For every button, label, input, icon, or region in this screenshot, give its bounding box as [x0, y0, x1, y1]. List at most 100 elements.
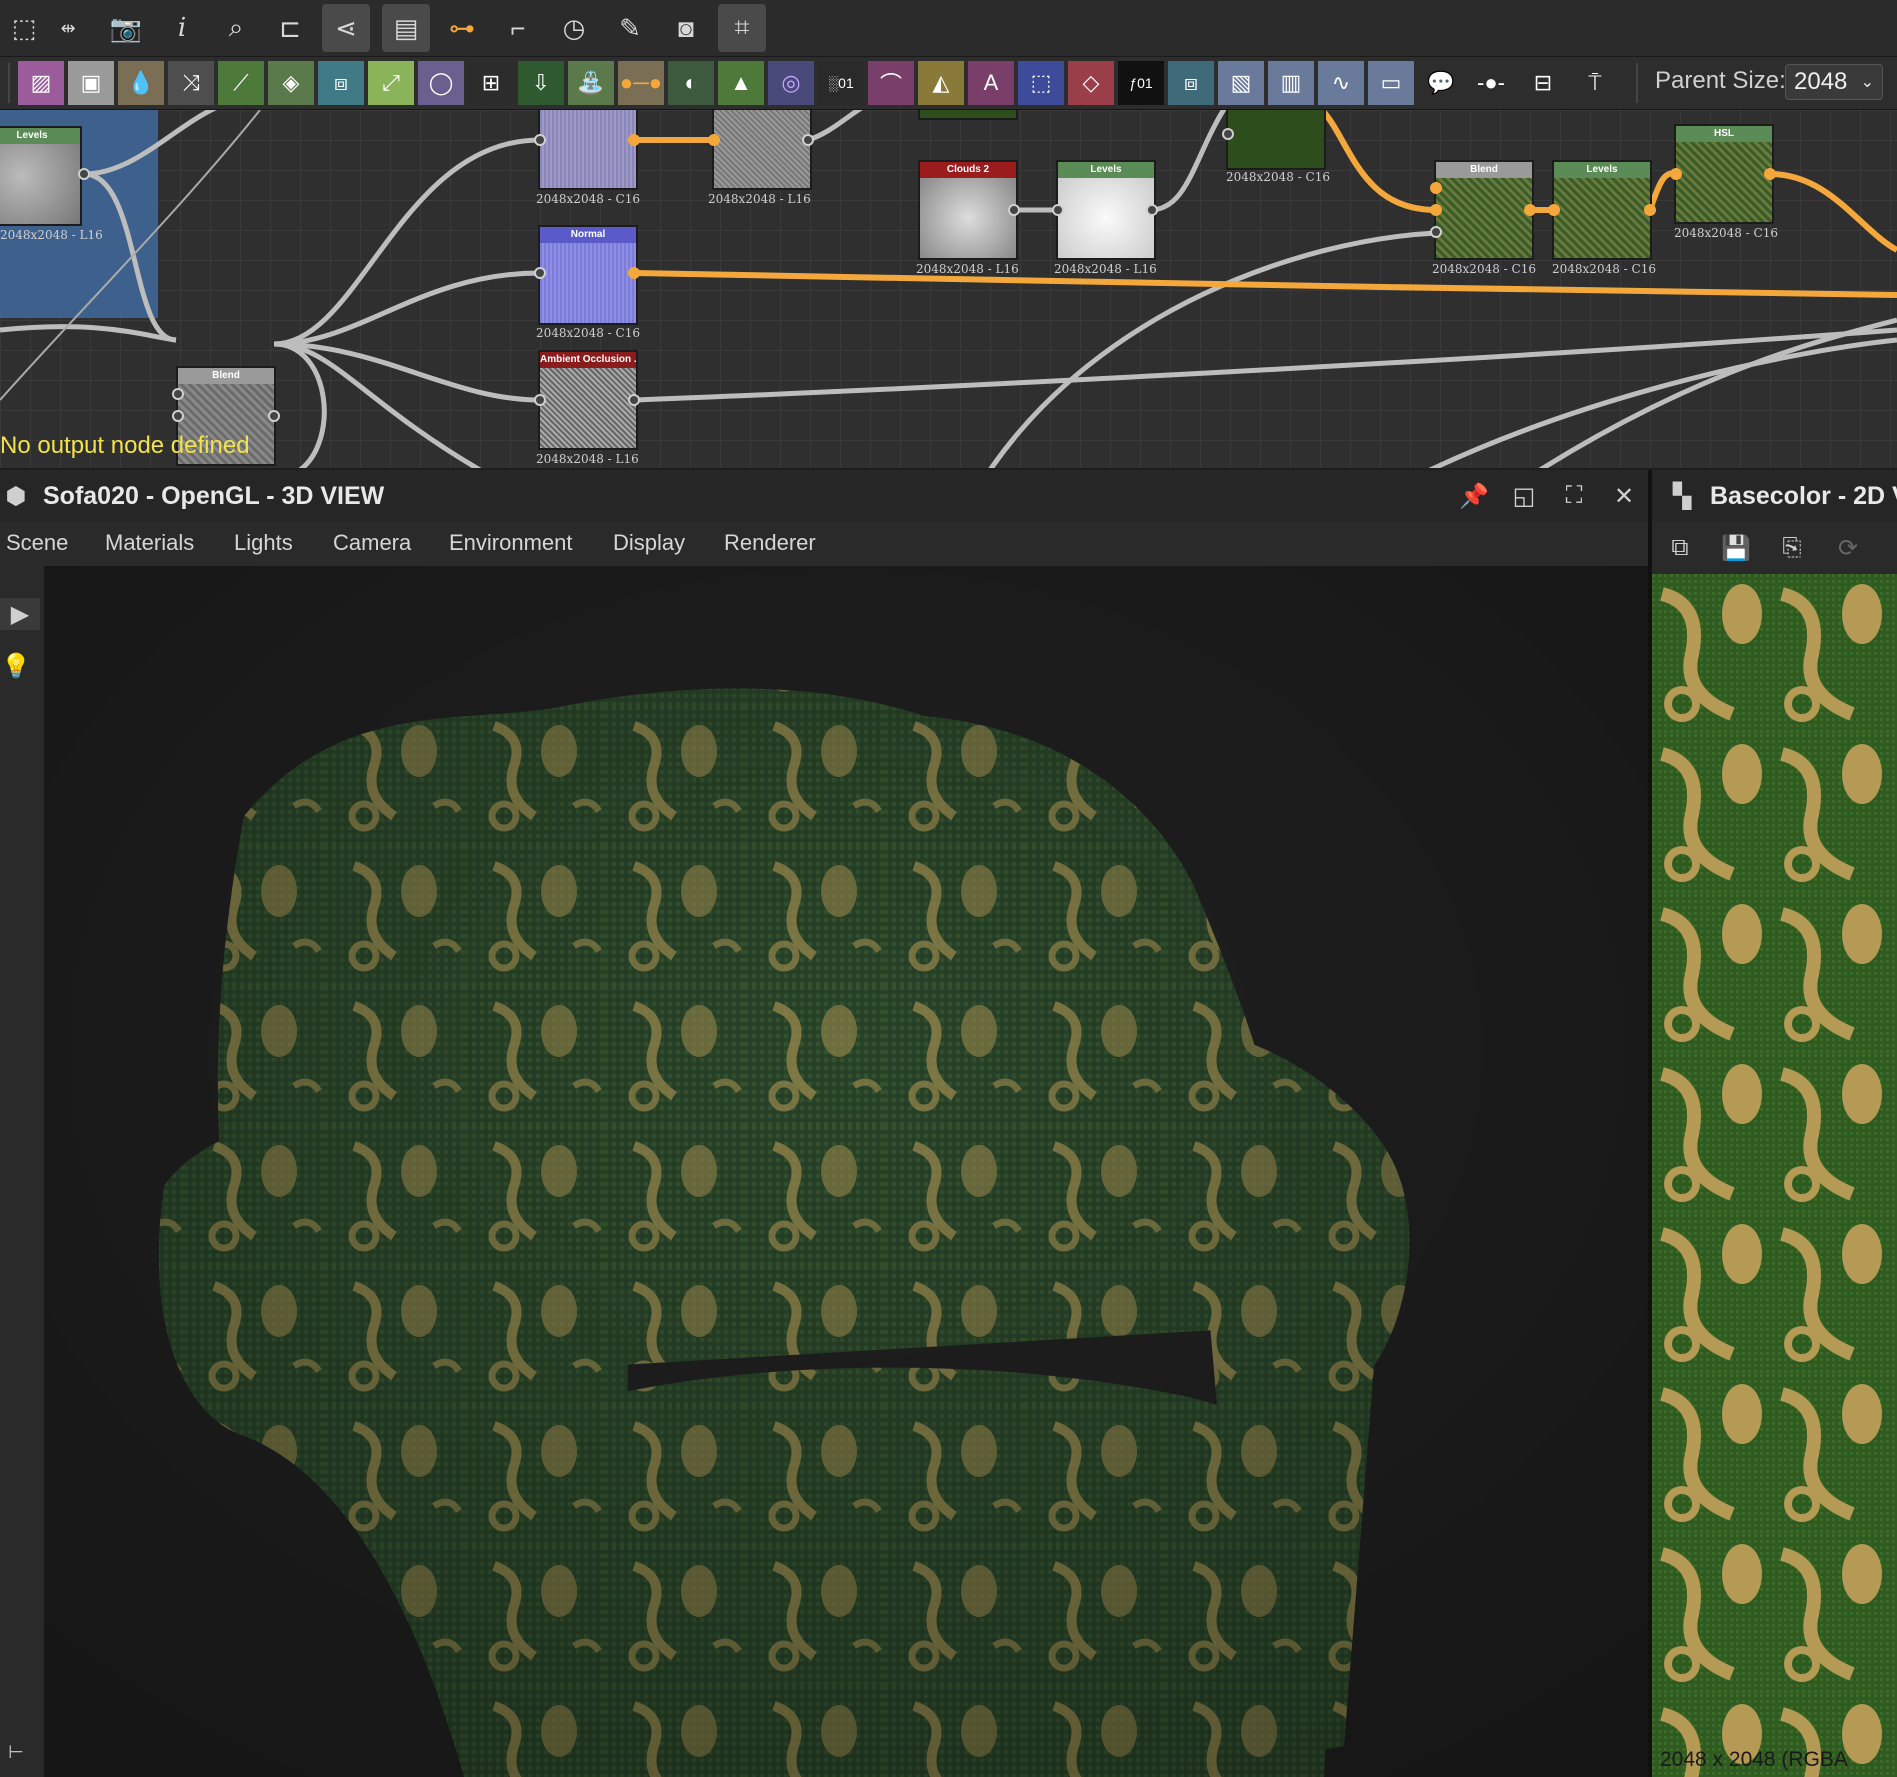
graph-node-levels[interactable]: Levels — [1552, 160, 1652, 260]
fit-icon[interactable]: ⇹ — [44, 4, 92, 52]
noise-icon[interactable]: ░01 — [818, 61, 864, 105]
save-icon[interactable]: 💾 — [1720, 532, 1752, 564]
drop-icon[interactable]: 💧 — [118, 61, 164, 105]
light-bulb-icon[interactable]: 💡 — [0, 650, 32, 682]
fill-icon[interactable]: ◇ — [1068, 61, 1114, 105]
crop-icon[interactable]: ⌗ — [718, 4, 766, 52]
graph-node-green[interactable] — [918, 110, 1018, 120]
node-port[interactable] — [802, 134, 814, 146]
transform-icon[interactable]: ⤢ — [368, 61, 414, 105]
frame-node-icon[interactable]: ▭ — [1368, 61, 1414, 105]
function-icon[interactable]: ƒ01 — [1118, 61, 1164, 105]
histogram-icon[interactable]: ▲ — [718, 61, 764, 105]
watering-can-icon[interactable]: ⛲ — [568, 61, 614, 105]
comment-icon[interactable]: 💬 — [1418, 61, 1464, 105]
graph-node-green[interactable] — [1226, 110, 1326, 170]
refresh-icon[interactable]: ⟳ — [1832, 532, 1864, 564]
node-port[interactable] — [1052, 204, 1064, 216]
pin-icon[interactable]: 📌 — [1458, 480, 1490, 512]
graph-node-noise-grey[interactable] — [712, 110, 812, 190]
maximize-icon[interactable]: ⛶ — [1558, 480, 1590, 512]
warp-icon[interactable]: ⧈ — [318, 61, 364, 105]
copy-icon[interactable]: ⎘ — [1776, 532, 1808, 564]
graph-node-normal[interactable]: Normal — [538, 225, 638, 325]
node-port[interactable] — [1008, 204, 1020, 216]
color-wheel-icon[interactable]: ◎ — [768, 61, 814, 105]
node-port[interactable] — [1430, 204, 1442, 216]
slider-icon[interactable]: ●─● — [618, 61, 664, 105]
node-port[interactable] — [1670, 168, 1682, 180]
parent-size-dropdown[interactable]: 2048 ⌄ — [1785, 64, 1883, 100]
pattern-icon[interactable]: ⧈ — [1168, 61, 1214, 105]
node-port[interactable] — [628, 267, 640, 279]
dot-icon[interactable]: -●- — [1468, 61, 1514, 105]
grid-icon[interactable]: ⊞ — [468, 61, 514, 105]
node-port[interactable] — [1524, 204, 1536, 216]
selection-icon[interactable]: ⬚ — [1018, 61, 1064, 105]
2d-texture-preview[interactable]: 2048 x 2048 (RGBA — [1652, 574, 1897, 1777]
node-port[interactable] — [268, 410, 280, 422]
node-port[interactable] — [1222, 128, 1234, 140]
wave-icon[interactable]: ∿ — [1318, 61, 1364, 105]
node-port[interactable] — [534, 267, 546, 279]
align-icon[interactable]: ⊏ — [266, 4, 314, 52]
export-icon[interactable]: ⧉ — [1664, 532, 1696, 564]
layers-icon[interactable]: ▤ — [382, 4, 430, 52]
search-icon[interactable]: ⌕ — [212, 4, 260, 52]
mirror-icon[interactable]: ◭ — [918, 61, 964, 105]
3d-viewport[interactable] — [44, 566, 1648, 1777]
node-port[interactable] — [1548, 204, 1560, 216]
node-port[interactable] — [1430, 226, 1442, 238]
node-port[interactable] — [534, 134, 546, 146]
node-port[interactable] — [172, 388, 184, 400]
menu-materials[interactable]: Materials — [105, 530, 194, 556]
node-port[interactable] — [1430, 182, 1442, 194]
float-window-icon[interactable]: ◱ — [1508, 480, 1540, 512]
graph-node-levels[interactable]: Levels — [0, 126, 82, 226]
output-icon[interactable]: ⊟ — [1520, 61, 1566, 105]
node-port[interactable] — [172, 410, 184, 422]
close-icon[interactable]: ✕ — [1608, 480, 1640, 512]
curve-icon[interactable]: ⟋ — [218, 61, 264, 105]
node-port[interactable] — [628, 134, 640, 146]
tools-icon[interactable]: ✎ — [606, 4, 654, 52]
node-port[interactable] — [534, 394, 546, 406]
node-port[interactable] — [1146, 204, 1158, 216]
graph-node-noise-color[interactable] — [538, 110, 638, 190]
text-icon[interactable]: A — [968, 61, 1014, 105]
uniform-color-icon[interactable]: ▣ — [68, 61, 114, 105]
graph-node-ambient-occlusion[interactable]: Ambient Occlusion ... — [538, 350, 638, 450]
graph-node-hsl[interactable]: HSL — [1674, 124, 1774, 224]
render-icon[interactable]: ◙ — [662, 4, 710, 52]
menu-environment[interactable]: Environment — [449, 530, 573, 556]
link-icon[interactable]: ⊶ — [438, 4, 486, 52]
circle-icon[interactable]: ◯ — [418, 61, 464, 105]
graph-node-levels[interactable]: Levels — [1056, 160, 1156, 260]
node-graph[interactable]: Levels 2048x2048 - L16 Blend 2048x2048 -… — [0, 110, 1897, 468]
scene-tree-icon[interactable]: ⊢ — [0, 1736, 32, 1768]
menu-scene[interactable]: Scene — [6, 530, 68, 556]
bitmap-icon[interactable]: ▨ — [18, 61, 64, 105]
tile-icon[interactable]: ▧ — [1218, 61, 1264, 105]
menu-display[interactable]: Display — [613, 530, 685, 556]
pin-icon[interactable]: ⍑ — [1572, 61, 1618, 105]
timer-icon[interactable]: ◷ — [550, 4, 598, 52]
gradient-drop-icon[interactable]: ◈ — [268, 61, 314, 105]
graph-node-blend[interactable]: Blend — [1434, 160, 1534, 260]
screenshot-icon[interactable]: 📷 — [102, 4, 150, 52]
node-port[interactable] — [78, 168, 90, 180]
node-port[interactable] — [1644, 204, 1656, 216]
node-port[interactable] — [708, 134, 720, 146]
gradient-icon[interactable]: ▥ — [1268, 61, 1314, 105]
menu-camera[interactable]: Camera — [333, 530, 411, 556]
pin-connect-icon[interactable]: ⌐ — [494, 4, 542, 52]
info-icon[interactable]: i — [158, 4, 206, 52]
node-port[interactable] — [628, 394, 640, 406]
graph-node-clouds[interactable]: Clouds 2 — [918, 160, 1018, 260]
path-icon[interactable]: ⌒ — [868, 61, 914, 105]
graph-share-icon[interactable]: ⋖ — [322, 4, 370, 52]
menu-lights[interactable]: Lights — [234, 530, 293, 556]
menu-renderer[interactable]: Renderer — [724, 530, 816, 556]
import-icon[interactable]: ⇩ — [518, 61, 564, 105]
camera-icon[interactable]: ▶ — [0, 598, 40, 630]
